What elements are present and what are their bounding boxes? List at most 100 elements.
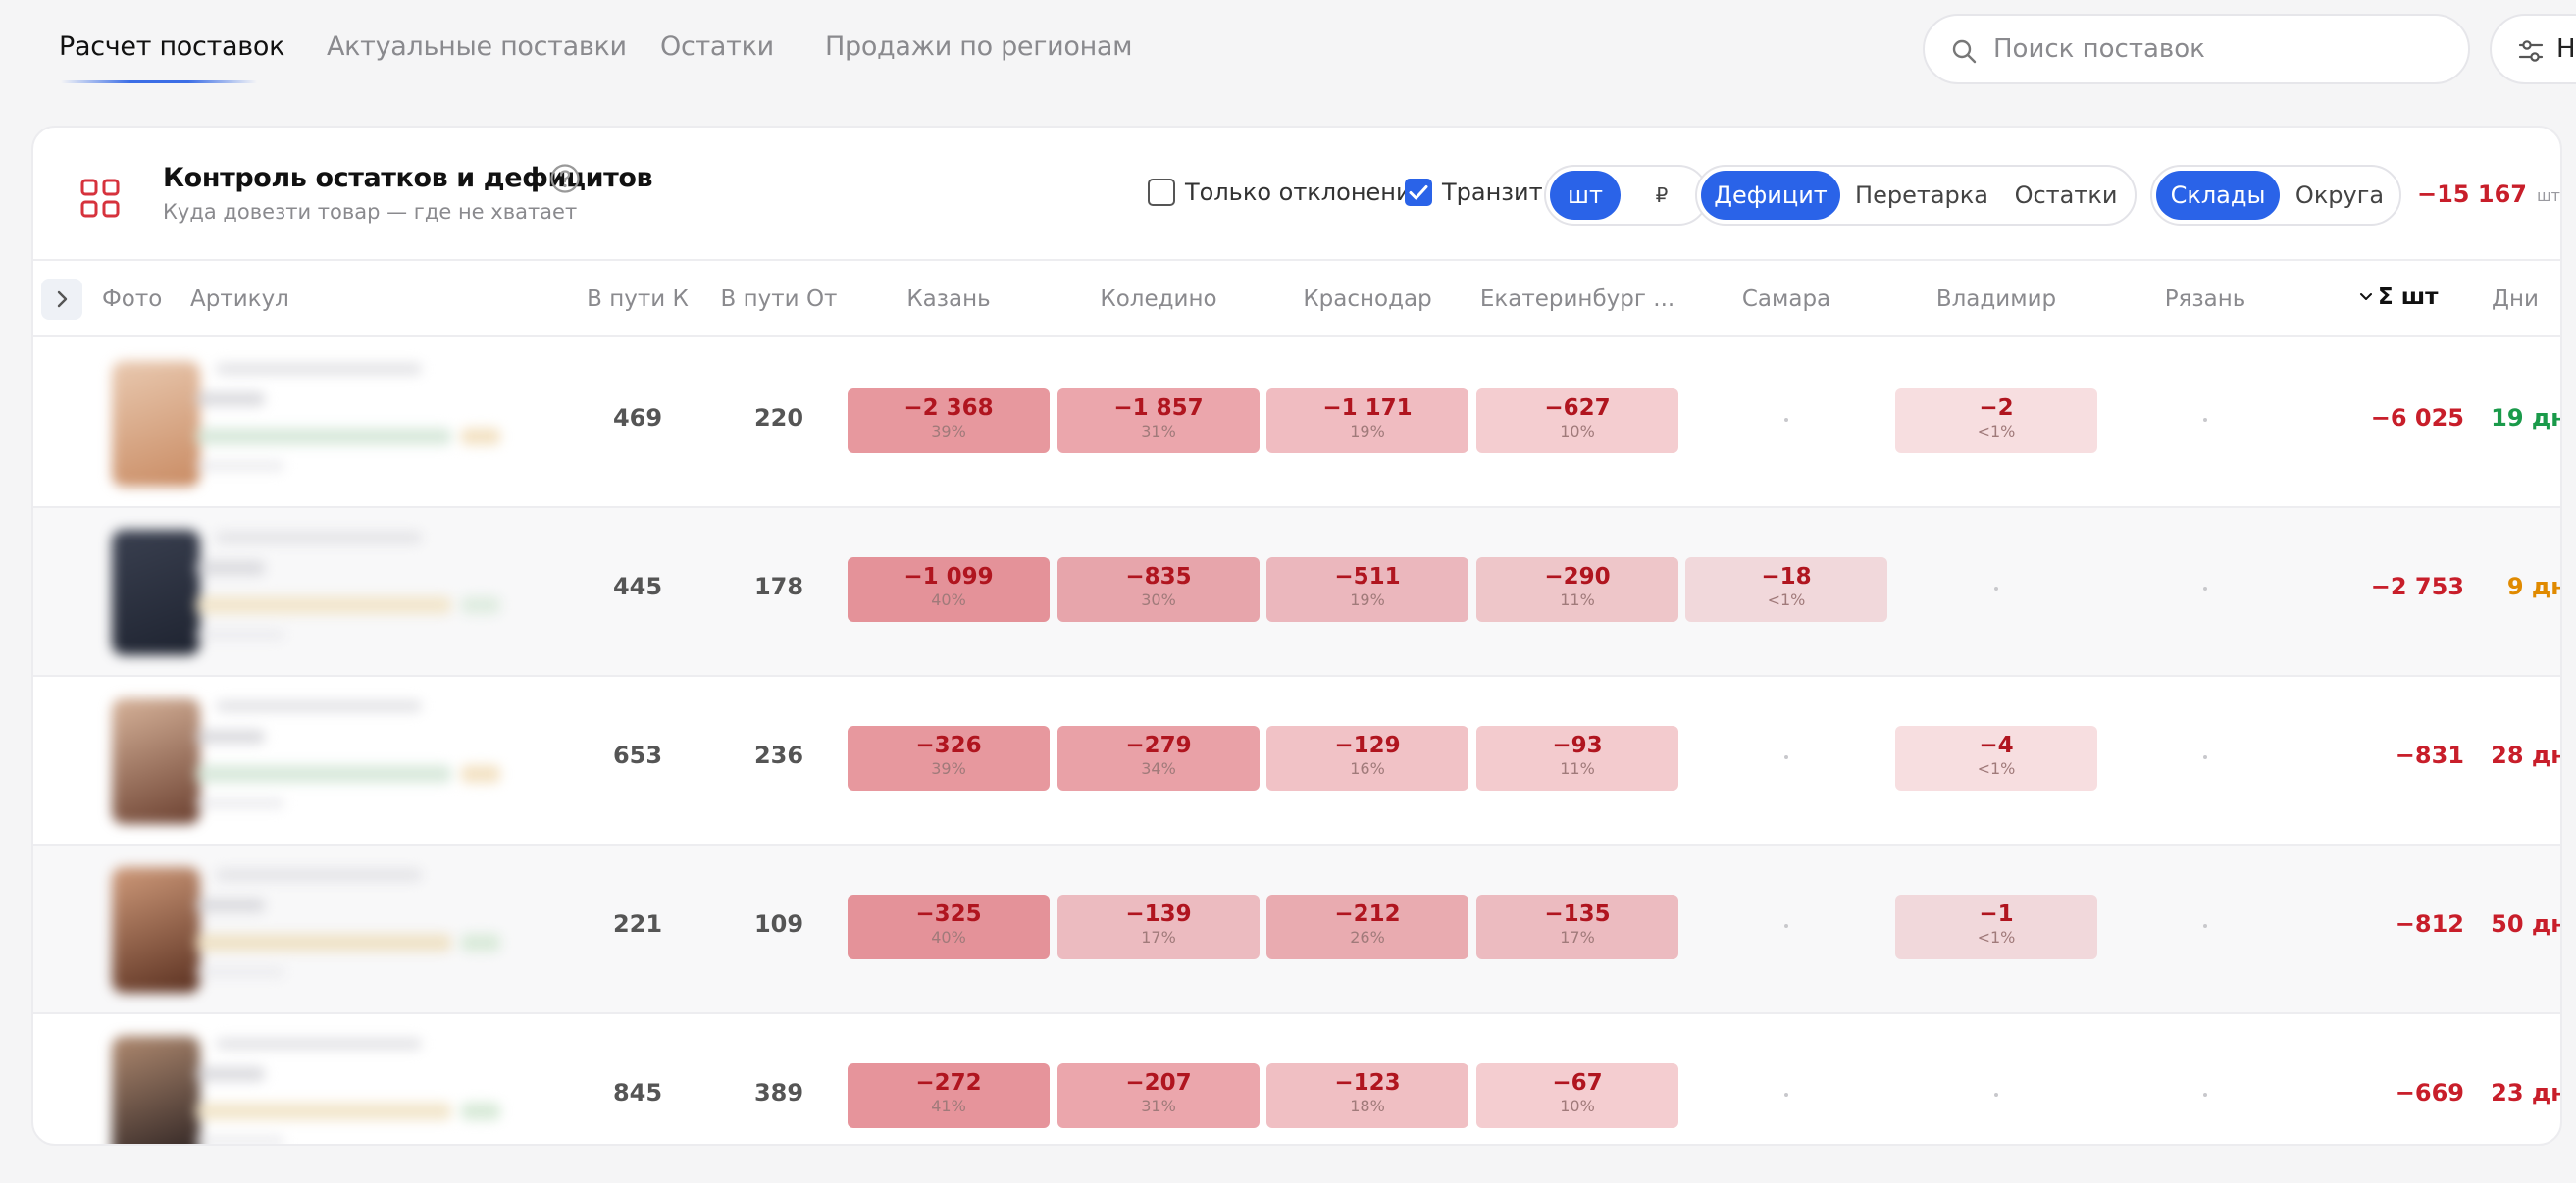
empty-cell-dot [1784,755,1788,759]
deficit-cell[interactable]: −2 368 39% [848,388,1050,453]
deficit-percent: 11% [1560,591,1595,609]
tab-stock[interactable]: Остатки [660,31,774,62]
deficit-cell[interactable]: −212 26% [1266,895,1468,959]
only-deviations-label[interactable]: Только отклонения [1185,179,1425,206]
deficit-cell[interactable]: −4 <1% [1895,726,2097,791]
in-transit-to-value: 653 [612,742,663,769]
empty-cell-dot [2203,924,2207,928]
product-photo[interactable] [112,1036,200,1144]
deficit-cell[interactable]: −1 857 31% [1057,388,1260,453]
product-text-line [196,730,265,744]
deficit-cell[interactable]: −207 31% [1057,1063,1260,1128]
deficit-cell[interactable]: −2 <1% [1895,388,2097,453]
column-kazan[interactable]: Казань [848,286,1050,312]
deficit-cell[interactable]: −1 099 40% [848,557,1050,622]
column-vladimir[interactable]: Владимир [1895,286,2097,312]
product-photo[interactable] [112,867,200,993]
search-input[interactable] [1993,29,2454,69]
tab-regional-sales[interactable]: Продажи по регионам [825,31,1133,62]
settings-button[interactable]: Н [2490,14,2576,84]
deficit-cell[interactable]: −18 <1% [1685,557,1887,622]
deficit-cell[interactable]: −129 16% [1266,726,1468,791]
table-row[interactable]: 469 220 −2 368 39% −1 857 31% −1 171 19% −627 10%… [33,339,2560,508]
deficit-value: −1 099 [903,564,994,590]
scope-option-warehouses[interactable]: Склады [2156,171,2280,220]
product-text-line [196,428,451,445]
mode-option-overstock[interactable]: Перетарка [1848,171,1995,220]
deficit-percent: 19% [1350,591,1385,609]
product-text-line [216,700,422,712]
column-sum[interactable]: Σ шт [2358,284,2438,310]
deficit-percent: 31% [1141,422,1176,440]
column-samara[interactable]: Самара [1685,286,1887,312]
deficit-cell[interactable]: −1 <1% [1895,895,2097,959]
search-box[interactable] [1923,14,2470,84]
empty-cell-dot [1994,1093,1998,1097]
deficit-value: −207 [1125,1070,1192,1096]
deficit-cell[interactable]: −326 39% [848,726,1050,791]
help-icon[interactable] [549,163,581,194]
product-text-line [196,1136,284,1144]
product-text-line [196,1067,265,1081]
in-transit-from-value: 178 [753,573,804,600]
column-ekaterinburg[interactable]: Екатеринбург ... [1467,286,1688,312]
deficit-cell[interactable]: −272 41% [848,1063,1050,1128]
days-of-stock: 19 дн. [2491,404,2560,432]
unit-option-rubles[interactable]: ₽ [1626,171,1697,220]
card-subtitle: Куда довезти товар — где не хватает [163,200,578,224]
deficit-cell[interactable]: −511 19% [1266,557,1468,622]
table-row[interactable]: 445 178 −1 099 40% −835 30% −511 19% −290 11% −18 <… [33,508,2560,677]
deficit-cell[interactable]: −67 10% [1476,1063,1678,1128]
deficit-cell[interactable]: −93 11% [1476,726,1678,791]
column-koledino[interactable]: Коледино [1057,286,1260,312]
product-photo[interactable] [112,698,200,824]
deficit-value: −272 [915,1070,982,1096]
product-text-line [196,934,451,952]
deficit-cell[interactable]: −135 17% [1476,895,1678,959]
deficit-cell[interactable]: −325 40% [848,895,1050,959]
column-ryazan[interactable]: Рязань [2104,286,2306,312]
table-header: Фото Артикул В пути К В пути От Казань К… [33,261,2560,337]
product-info-blurred [69,1030,608,1144]
column-in-transit-from[interactable]: В пути От [710,286,848,312]
product-photo[interactable] [112,530,200,655]
product-text-line [461,765,500,783]
expand-all-button[interactable] [41,279,82,320]
empty-cell-dot [1994,587,1998,591]
column-krasnodar[interactable]: Краснодар [1266,286,1468,312]
transit-checkbox[interactable] [1405,179,1432,206]
deficit-cell[interactable]: −835 30% [1057,557,1260,622]
unit-toggle: шт ₽ [1544,165,1709,226]
product-photo[interactable] [112,361,200,487]
only-deviations-checkbox[interactable] [1148,179,1175,206]
grid-icon [80,179,120,218]
product-info-blurred [69,693,608,830]
column-in-transit-to[interactable]: В пути К [579,286,696,312]
scope-option-districts[interactable]: Округа [2284,171,2396,220]
deficit-cell[interactable]: −123 18% [1266,1063,1468,1128]
deficit-cell[interactable]: −290 11% [1476,557,1678,622]
table-row[interactable]: 221 109 −325 40% −139 17% −212 26% −135 17% −1 <1% −… [33,846,2560,1014]
deficit-cell[interactable]: −627 10% [1476,388,1678,453]
deficit-cell[interactable]: −279 34% [1057,726,1260,791]
column-days[interactable]: Дни [2492,286,2539,312]
chevron-right-icon [57,290,68,308]
product-info-blurred [69,355,608,492]
table-row[interactable]: 845 389 −272 41% −207 31% −123 18% −67 10% −669 23 … [33,1014,2560,1144]
empty-cell-dot [1784,924,1788,928]
unit-option-pieces[interactable]: шт [1550,171,1621,220]
mode-option-deficit[interactable]: Дефицит [1701,171,1840,220]
tab-supply-calculation[interactable]: Расчет поставок [59,31,284,62]
deficit-cell[interactable]: −1 171 19% [1266,388,1468,453]
product-text-line [216,363,422,375]
in-transit-to-value: 445 [612,573,663,600]
product-info-blurred [69,861,608,999]
deficit-value: −212 [1334,901,1401,927]
deficit-percent: 17% [1141,928,1176,947]
table-row[interactable]: 653 236 −326 39% −279 34% −129 16% −93 11% −4 <1% −8… [33,677,2560,846]
transit-label[interactable]: Транзит [1442,179,1543,206]
column-article[interactable]: Артикул [190,286,289,312]
deficit-cell[interactable]: −139 17% [1057,895,1260,959]
mode-option-stock[interactable]: Остатки [2003,171,2129,220]
tab-current-supplies[interactable]: Актуальные поставки [327,31,627,62]
